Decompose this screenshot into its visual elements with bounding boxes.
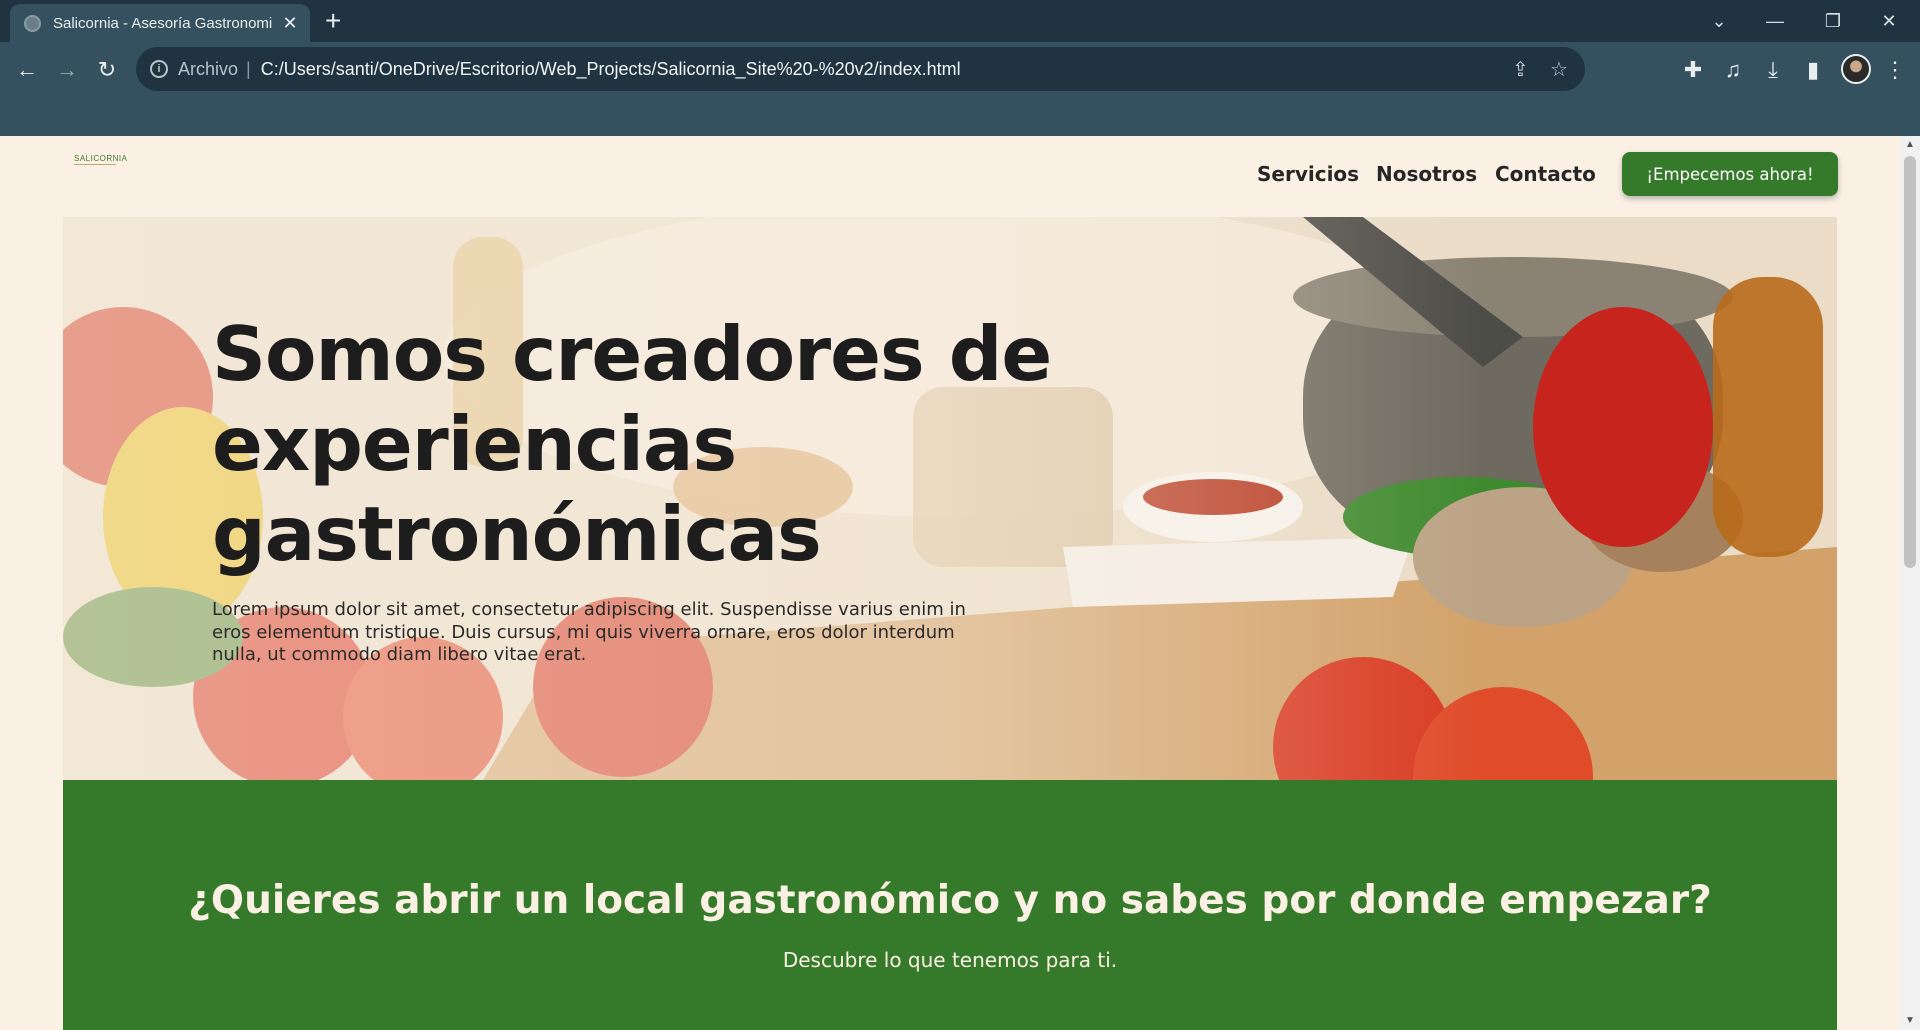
close-tab-icon[interactable]: ✕ (280, 13, 300, 34)
address-bar[interactable]: i Archivo | C:/Users/santi/OneDrive/Escr… (136, 47, 1585, 91)
nav-servicios[interactable]: Servicios (1257, 162, 1359, 186)
band-subtitle: Descubre lo que tenemos para ti. (782, 948, 1118, 972)
forward-button[interactable]: → (49, 52, 85, 88)
browser-toolbar: ← → ↻ i Archivo | C:/Users/santi/OneDriv… (0, 42, 1920, 136)
site-info-icon[interactable]: i (150, 60, 168, 78)
nav-contacto[interactable]: Contacto (1495, 162, 1596, 186)
band-title: ¿Quieres abrir un local gastronómico y n… (188, 878, 1712, 923)
tab-title: Salicornia - Asesoría Gastronomi (53, 14, 272, 32)
hero-section: Somos creadores de experiencias gastronó… (63, 217, 1837, 780)
download-icon[interactable]: ⤓ (1758, 57, 1788, 83)
scheme-label: Archivo (178, 58, 239, 79)
extensions-icon[interactable]: ✚ (1678, 57, 1708, 83)
share-icon[interactable]: ⇪ (1512, 57, 1529, 82)
star-icon[interactable]: ☆ (1550, 57, 1568, 82)
address-separator: | (246, 58, 251, 79)
restore-button[interactable]: ❐ (1810, 6, 1856, 36)
cta-button[interactable]: ¡Empecemos ahora! (1622, 152, 1838, 196)
scroll-up-icon[interactable]: ▲ (1900, 136, 1920, 154)
avatar[interactable] (1841, 54, 1871, 84)
site-logo[interactable]: SALICORNIA (74, 154, 127, 165)
new-tab-button[interactable]: + (325, 6, 341, 36)
close-window-button[interactable]: ✕ (1866, 6, 1912, 36)
hero-title: Somos creadores de experiencias gastronó… (212, 310, 1052, 578)
scroll-down-icon[interactable]: ▼ (1900, 1012, 1920, 1030)
back-button[interactable]: ← (9, 52, 45, 88)
scrollbar-thumb[interactable] (1904, 156, 1916, 568)
hero-text: Lorem ipsum dolor sit amet, consectetur … (212, 599, 966, 665)
menu-icon[interactable]: ⋮ (1880, 57, 1910, 83)
sidepanel-icon[interactable]: ▮ (1798, 57, 1828, 83)
nav-nosotros[interactable]: Nosotros (1376, 162, 1477, 186)
media-icon[interactable]: ♫ (1718, 57, 1748, 83)
reload-button[interactable]: ↻ (89, 52, 125, 88)
page-scrollbar[interactable]: ▲ ▼ (1900, 136, 1920, 1030)
browser-tab[interactable]: Salicornia - Asesoría Gastronomi ✕ (10, 4, 310, 42)
intro-band: ¿Quieres abrir un local gastronómico y n… (63, 780, 1837, 1030)
tab-strip: Salicornia - Asesoría Gastronomi ✕ + ⌄ —… (0, 0, 1920, 42)
globe-icon (24, 14, 41, 32)
minimize-button[interactable]: — (1752, 6, 1798, 36)
web-page: SALICORNIA Servicios Nosotros Contacto ¡… (0, 136, 1920, 1030)
tab-search-icon[interactable]: ⌄ (1696, 6, 1742, 36)
url-text[interactable]: C:/Users/santi/OneDrive/Escritorio/Web_P… (261, 59, 961, 80)
